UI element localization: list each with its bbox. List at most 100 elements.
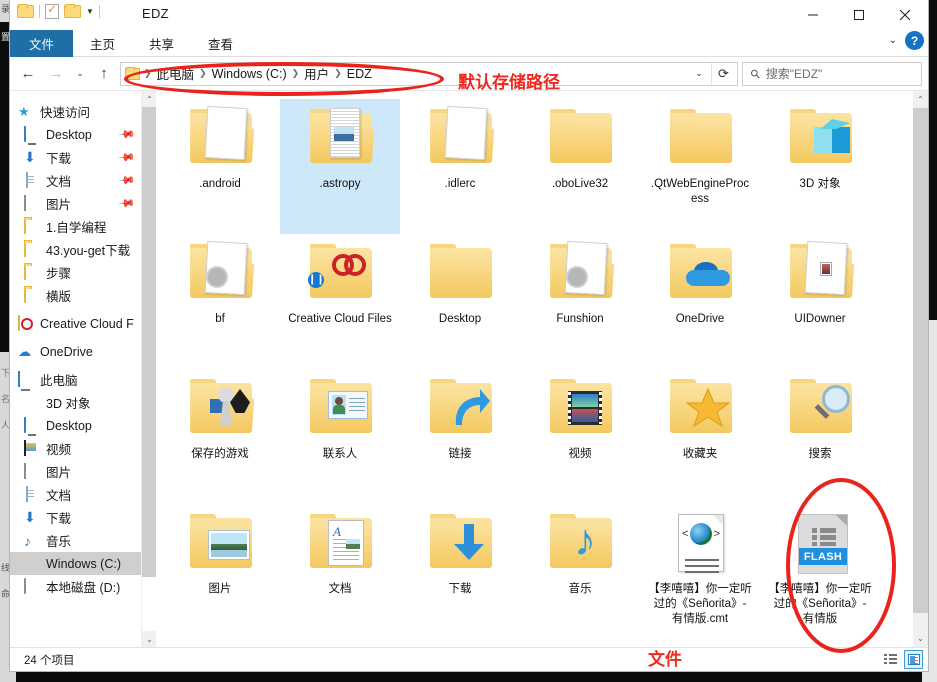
sidebar-item-quick-access[interactable]: ★ 快速访问 xyxy=(10,100,156,123)
arrow-up-icon[interactable]: ↑ xyxy=(92,62,116,86)
sidebar-item-windows-c[interactable]: Windows (C:) xyxy=(10,552,156,575)
list-item[interactable]: 下载 xyxy=(400,504,520,639)
sidebar-item-pictures[interactable]: 图片 📌 xyxy=(10,192,156,215)
sidebar-item-music[interactable]: ♪ 音乐 xyxy=(10,529,156,552)
minimize-icon[interactable] xyxy=(790,0,836,30)
list-item[interactable]: 视频 xyxy=(520,369,640,504)
list-item[interactable]: FLASH 【李嘻嘻】你一定听过的《Señorita》-有情版 xyxy=(760,504,880,639)
chevron-down-icon[interactable]: ⌄ xyxy=(913,630,928,647)
sidebar-item-videos[interactable]: 视频 xyxy=(10,437,156,460)
file-list-scrollbar[interactable]: ⌃ ⌄ xyxy=(913,91,928,647)
folder-icon xyxy=(540,105,620,173)
list-item[interactable]: .astropy xyxy=(280,99,400,234)
sidebar-item-youget-download[interactable]: 43.you-get下载 xyxy=(10,238,156,261)
address-folder-icon xyxy=(125,66,140,80)
list-item[interactable]: .android xyxy=(160,99,280,234)
arrow-left-icon[interactable]: ← xyxy=(16,62,40,86)
breadcrumb-separator-icon: ❯ xyxy=(334,68,342,78)
sidebar-item-pc-pictures[interactable]: 图片 xyxy=(10,460,156,483)
window-controls xyxy=(790,0,928,30)
sidebar-item-steps[interactable]: 步骤 xyxy=(10,261,156,284)
chevron-up-icon[interactable]: ⌃ xyxy=(142,91,156,107)
sidebar-item-local-disk-d[interactable]: 本地磁盘 (D:) xyxy=(10,575,156,598)
pin-icon[interactable]: 📌 xyxy=(118,125,137,144)
list-item[interactable]: UIDowner xyxy=(760,234,880,369)
customize-caret-icon[interactable]: ▼ xyxy=(86,7,94,16)
list-item[interactable]: A 文档 xyxy=(280,504,400,639)
large-icons-view-button[interactable] xyxy=(904,650,923,669)
list-item[interactable]: .idlerc xyxy=(400,99,520,234)
scrollbar-thumb[interactable] xyxy=(913,108,928,613)
close-icon[interactable] xyxy=(882,0,928,30)
sidebar-item-downloads[interactable]: ⬇ 下载 📌 xyxy=(10,146,156,169)
list-item[interactable]: 3D 对象 xyxy=(760,99,880,234)
sidebar-item-label: Desktop xyxy=(46,418,92,433)
flash-badge-label: FLASH xyxy=(799,548,847,565)
breadcrumb-item-users[interactable]: 用户 xyxy=(300,64,333,83)
chevron-down-icon[interactable]: ⌄ xyxy=(142,631,156,647)
sidebar-item-self-study-programming[interactable]: 1.自学编程 xyxy=(10,215,156,238)
list-item[interactable]: 收藏夹 xyxy=(640,369,760,504)
properties-icon[interactable] xyxy=(45,2,59,19)
tab-share[interactable]: 共享 xyxy=(132,30,191,57)
pin-icon[interactable]: 📌 xyxy=(118,171,137,190)
arrow-right-icon[interactable]: → xyxy=(44,62,68,86)
scrollbar-thumb[interactable] xyxy=(142,107,156,577)
list-item[interactable]: 搜索 xyxy=(760,369,880,504)
sidebar-item-3d-objects[interactable]: 3D 对象 xyxy=(10,391,156,414)
new-folder-icon[interactable] xyxy=(64,3,81,19)
file-list-pane[interactable]: .android .astropy .idlerc .oboLive32 .Qt… xyxy=(156,91,928,647)
sidebar-item-pc-documents[interactable]: 文档 xyxy=(10,483,156,506)
list-item[interactable]: bf xyxy=(160,234,280,369)
sidebar-item-pc-downloads[interactable]: ⬇ 下载 xyxy=(10,506,156,529)
music-icon: ♪ xyxy=(24,532,31,549)
list-item[interactable]: 联系人 xyxy=(280,369,400,504)
list-item[interactable]: 链接 xyxy=(400,369,520,504)
folder-icon[interactable] xyxy=(17,3,34,19)
maximize-icon[interactable] xyxy=(836,0,882,30)
pin-icon[interactable]: 📌 xyxy=(118,194,137,213)
tab-view[interactable]: 查看 xyxy=(191,30,250,57)
sidebar-item-desktop[interactable]: Desktop 📌 xyxy=(10,123,156,146)
navigation-pane-scrollbar[interactable]: ⌃ ⌄ xyxy=(141,91,156,647)
chevron-down-icon[interactable]: ⌄ xyxy=(889,35,897,46)
sidebar-item-this-pc[interactable]: 此电脑 xyxy=(10,368,156,391)
list-item[interactable]: OneDrive xyxy=(640,234,760,369)
tab-file[interactable]: 文件 xyxy=(10,30,74,57)
address-dropdown-icon[interactable]: ⌄ xyxy=(689,63,709,85)
breadcrumb-item-this-pc[interactable]: 此电脑 xyxy=(153,64,199,83)
breadcrumb-item-edz[interactable]: EDZ xyxy=(343,67,376,81)
list-item[interactable]: ♪ 音乐 xyxy=(520,504,640,639)
help-button[interactable]: ? xyxy=(905,31,924,50)
item-name: 搜索 xyxy=(808,448,832,460)
search-input[interactable]: ⚲ 搜索"EDZ" xyxy=(742,61,922,86)
sidebar-item-landscape[interactable]: 横版 xyxy=(10,284,156,307)
list-item[interactable]: ❙❙ Creative Cloud Files xyxy=(280,234,400,369)
document-icon xyxy=(24,171,40,189)
list-item[interactable]: < > 【李嘻嘻】你一定听过的《Señorita》-有情版.cmt xyxy=(640,504,760,639)
sidebar-item-creative-cloud-files[interactable]: Creative Cloud F xyxy=(10,312,156,335)
tab-home[interactable]: 主页 xyxy=(73,30,132,57)
filmstrip-overlay-icon xyxy=(568,391,602,425)
item-name: 音乐 xyxy=(568,583,592,595)
folder-icon xyxy=(180,510,260,578)
sidebar-item-documents[interactable]: 文档 📌 xyxy=(10,169,156,192)
refresh-icon[interactable]: ⟳ xyxy=(711,62,735,85)
breadcrumb-item-windows-c[interactable]: Windows (C:) xyxy=(208,67,291,81)
recent-locations-chevron-icon[interactable]: ⌄ xyxy=(72,62,88,86)
pin-icon[interactable]: 📌 xyxy=(118,148,137,167)
list-item[interactable]: Funshion xyxy=(520,234,640,369)
sidebar-item-pc-desktop[interactable]: Desktop xyxy=(10,414,156,437)
chevron-up-icon[interactable]: ⌃ xyxy=(913,91,928,108)
list-item[interactable]: 保存的游戏 xyxy=(160,369,280,504)
address-bar[interactable]: ❯ 此电脑 ❯ Windows (C:) ❯ 用户 ❯ EDZ ⌄ ⟳ xyxy=(120,61,738,86)
list-item[interactable]: 图片 xyxy=(160,504,280,639)
sidebar-item-onedrive[interactable]: ☁ OneDrive xyxy=(10,340,156,363)
details-view-button[interactable] xyxy=(881,650,900,669)
list-item[interactable]: .oboLive32 xyxy=(520,99,640,234)
list-item[interactable]: .QtWebEngineProcess xyxy=(640,99,760,234)
list-item[interactable]: Desktop xyxy=(400,234,520,369)
toolbar-divider xyxy=(39,5,40,18)
folder-icon xyxy=(24,240,40,258)
games-overlay-icon xyxy=(210,385,250,429)
